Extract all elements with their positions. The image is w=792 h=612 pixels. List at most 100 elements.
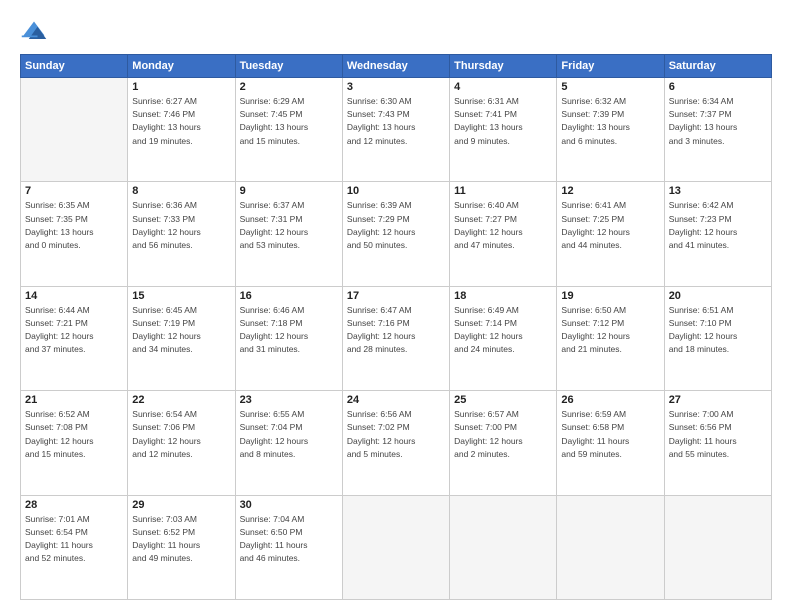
day-number: 5 xyxy=(561,81,659,93)
calendar-cell: 23 Sunrise: 6:55 AM Sunset: 7:04 PM Dayli… xyxy=(235,391,342,495)
calendar-week-4: 21 Sunrise: 6:52 AM Sunset: 7:08 PM Dayli… xyxy=(21,391,772,495)
day-number: 19 xyxy=(561,290,659,302)
day-info: Sunrise: 6:35 AM Sunset: 7:35 PM Dayligh… xyxy=(25,199,123,252)
calendar-cell: 17 Sunrise: 6:47 AM Sunset: 7:16 PM Dayli… xyxy=(342,286,449,390)
day-number: 18 xyxy=(454,290,552,302)
calendar-cell: 4Sunrise: 6:31 AM Sunset: 7:41 PM Daylig… xyxy=(450,78,557,182)
col-header-tuesday: Tuesday xyxy=(235,55,342,78)
calendar-cell: 6 Sunrise: 6:34 AM Sunset: 7:37 PM Daylig… xyxy=(664,78,771,182)
calendar-week-2: 7 Sunrise: 6:35 AM Sunset: 7:35 PM Daylig… xyxy=(21,182,772,286)
day-info: Sunrise: 6:37 AM Sunset: 7:31 PM Dayligh… xyxy=(240,199,338,252)
calendar-cell: 28Sunrise: 7:01 AM Sunset: 6:54 PM Dayli… xyxy=(21,495,128,599)
calendar-cell: 30 Sunrise: 7:04 AM Sunset: 6:50 PM Dayli… xyxy=(235,495,342,599)
calendar-cell: 19 Sunrise: 6:50 AM Sunset: 7:12 PM Dayli… xyxy=(557,286,664,390)
day-info: Sunrise: 6:30 AM Sunset: 7:43 PM Dayligh… xyxy=(347,95,445,148)
day-info: Sunrise: 6:31 AM Sunset: 7:41 PM Dayligh… xyxy=(454,95,552,148)
calendar-cell: 1Sunrise: 6:27 AM Sunset: 7:46 PM Daylig… xyxy=(128,78,235,182)
calendar-cell: 25 Sunrise: 6:57 AM Sunset: 7:00 PM Dayli… xyxy=(450,391,557,495)
day-info: Sunrise: 6:59 AM Sunset: 6:58 PM Dayligh… xyxy=(561,408,659,461)
day-info: Sunrise: 6:46 AM Sunset: 7:18 PM Dayligh… xyxy=(240,304,338,357)
day-number: 11 xyxy=(454,185,552,197)
day-number: 29 xyxy=(132,499,230,511)
day-info: Sunrise: 7:00 AM Sunset: 6:56 PM Dayligh… xyxy=(669,408,767,461)
calendar-cell xyxy=(450,495,557,599)
col-header-thursday: Thursday xyxy=(450,55,557,78)
day-number: 8 xyxy=(132,185,230,197)
calendar-cell: 2Sunrise: 6:29 AM Sunset: 7:45 PM Daylig… xyxy=(235,78,342,182)
calendar-cell: 27 Sunrise: 7:00 AM Sunset: 6:56 PM Dayli… xyxy=(664,391,771,495)
calendar-cell: 5 Sunrise: 6:32 AM Sunset: 7:39 PM Daylig… xyxy=(557,78,664,182)
day-number: 23 xyxy=(240,394,338,406)
calendar-cell: 14Sunrise: 6:44 AM Sunset: 7:21 PM Dayli… xyxy=(21,286,128,390)
day-info: Sunrise: 6:55 AM Sunset: 7:04 PM Dayligh… xyxy=(240,408,338,461)
day-info: Sunrise: 7:03 AM Sunset: 6:52 PM Dayligh… xyxy=(132,513,230,566)
calendar-week-1: 1Sunrise: 6:27 AM Sunset: 7:46 PM Daylig… xyxy=(21,78,772,182)
day-info: Sunrise: 6:41 AM Sunset: 7:25 PM Dayligh… xyxy=(561,199,659,252)
day-number: 27 xyxy=(669,394,767,406)
day-number: 10 xyxy=(347,185,445,197)
day-number: 17 xyxy=(347,290,445,302)
calendar-cell xyxy=(342,495,449,599)
day-number: 21 xyxy=(25,394,123,406)
day-number: 30 xyxy=(240,499,338,511)
calendar-table: SundayMondayTuesdayWednesdayThursdayFrid… xyxy=(20,54,772,600)
day-info: Sunrise: 6:36 AM Sunset: 7:33 PM Dayligh… xyxy=(132,199,230,252)
calendar-cell: 7 Sunrise: 6:35 AM Sunset: 7:35 PM Daylig… xyxy=(21,182,128,286)
logo xyxy=(20,18,50,46)
day-info: Sunrise: 6:40 AM Sunset: 7:27 PM Dayligh… xyxy=(454,199,552,252)
day-info: Sunrise: 6:52 AM Sunset: 7:08 PM Dayligh… xyxy=(25,408,123,461)
day-info: Sunrise: 6:50 AM Sunset: 7:12 PM Dayligh… xyxy=(561,304,659,357)
calendar-cell: 16 Sunrise: 6:46 AM Sunset: 7:18 PM Dayli… xyxy=(235,286,342,390)
calendar-cell: 24Sunrise: 6:56 AM Sunset: 7:02 PM Dayli… xyxy=(342,391,449,495)
day-info: Sunrise: 7:04 AM Sunset: 6:50 PM Dayligh… xyxy=(240,513,338,566)
day-number: 16 xyxy=(240,290,338,302)
page: SundayMondayTuesdayWednesdayThursdayFrid… xyxy=(0,0,792,612)
calendar-cell: 22 Sunrise: 6:54 AM Sunset: 7:06 PM Dayli… xyxy=(128,391,235,495)
calendar-cell xyxy=(664,495,771,599)
day-number: 7 xyxy=(25,185,123,197)
day-number: 13 xyxy=(669,185,767,197)
day-info: Sunrise: 6:34 AM Sunset: 7:37 PM Dayligh… xyxy=(669,95,767,148)
calendar-week-5: 28Sunrise: 7:01 AM Sunset: 6:54 PM Dayli… xyxy=(21,495,772,599)
day-number: 25 xyxy=(454,394,552,406)
day-number: 20 xyxy=(669,290,767,302)
col-header-monday: Monday xyxy=(128,55,235,78)
calendar-cell: 10Sunrise: 6:39 AM Sunset: 7:29 PM Dayli… xyxy=(342,182,449,286)
day-number: 3 xyxy=(347,81,445,93)
calendar-cell xyxy=(557,495,664,599)
calendar-cell: 29 Sunrise: 7:03 AM Sunset: 6:52 PM Dayli… xyxy=(128,495,235,599)
calendar-header-row: SundayMondayTuesdayWednesdayThursdayFrid… xyxy=(21,55,772,78)
calendar-cell: 8 Sunrise: 6:36 AM Sunset: 7:33 PM Daylig… xyxy=(128,182,235,286)
day-number: 9 xyxy=(240,185,338,197)
day-number: 26 xyxy=(561,394,659,406)
calendar-cell: 26 Sunrise: 6:59 AM Sunset: 6:58 PM Dayli… xyxy=(557,391,664,495)
day-number: 15 xyxy=(132,290,230,302)
calendar-cell: 3 Sunrise: 6:30 AM Sunset: 7:43 PM Daylig… xyxy=(342,78,449,182)
day-number: 12 xyxy=(561,185,659,197)
day-info: Sunrise: 7:01 AM Sunset: 6:54 PM Dayligh… xyxy=(25,513,123,566)
day-info: Sunrise: 6:54 AM Sunset: 7:06 PM Dayligh… xyxy=(132,408,230,461)
day-info: Sunrise: 6:57 AM Sunset: 7:00 PM Dayligh… xyxy=(454,408,552,461)
calendar-cell: 13 Sunrise: 6:42 AM Sunset: 7:23 PM Dayli… xyxy=(664,182,771,286)
day-info: Sunrise: 6:29 AM Sunset: 7:45 PM Dayligh… xyxy=(240,95,338,148)
day-number: 6 xyxy=(669,81,767,93)
calendar-cell: 11 Sunrise: 6:40 AM Sunset: 7:27 PM Dayli… xyxy=(450,182,557,286)
day-info: Sunrise: 6:47 AM Sunset: 7:16 PM Dayligh… xyxy=(347,304,445,357)
calendar-cell: 9 Sunrise: 6:37 AM Sunset: 7:31 PM Daylig… xyxy=(235,182,342,286)
calendar-cell: 18Sunrise: 6:49 AM Sunset: 7:14 PM Dayli… xyxy=(450,286,557,390)
col-header-sunday: Sunday xyxy=(21,55,128,78)
day-info: Sunrise: 6:45 AM Sunset: 7:19 PM Dayligh… xyxy=(132,304,230,357)
calendar-cell: 12 Sunrise: 6:41 AM Sunset: 7:25 PM Dayli… xyxy=(557,182,664,286)
day-info: Sunrise: 6:42 AM Sunset: 7:23 PM Dayligh… xyxy=(669,199,767,252)
logo-icon xyxy=(20,18,48,46)
header xyxy=(20,18,772,46)
calendar-cell: 15 Sunrise: 6:45 AM Sunset: 7:19 PM Dayli… xyxy=(128,286,235,390)
day-number: 14 xyxy=(25,290,123,302)
day-info: Sunrise: 6:32 AM Sunset: 7:39 PM Dayligh… xyxy=(561,95,659,148)
calendar-week-3: 14Sunrise: 6:44 AM Sunset: 7:21 PM Dayli… xyxy=(21,286,772,390)
day-number: 22 xyxy=(132,394,230,406)
col-header-saturday: Saturday xyxy=(664,55,771,78)
col-header-wednesday: Wednesday xyxy=(342,55,449,78)
day-number: 24 xyxy=(347,394,445,406)
day-number: 1 xyxy=(132,81,230,93)
